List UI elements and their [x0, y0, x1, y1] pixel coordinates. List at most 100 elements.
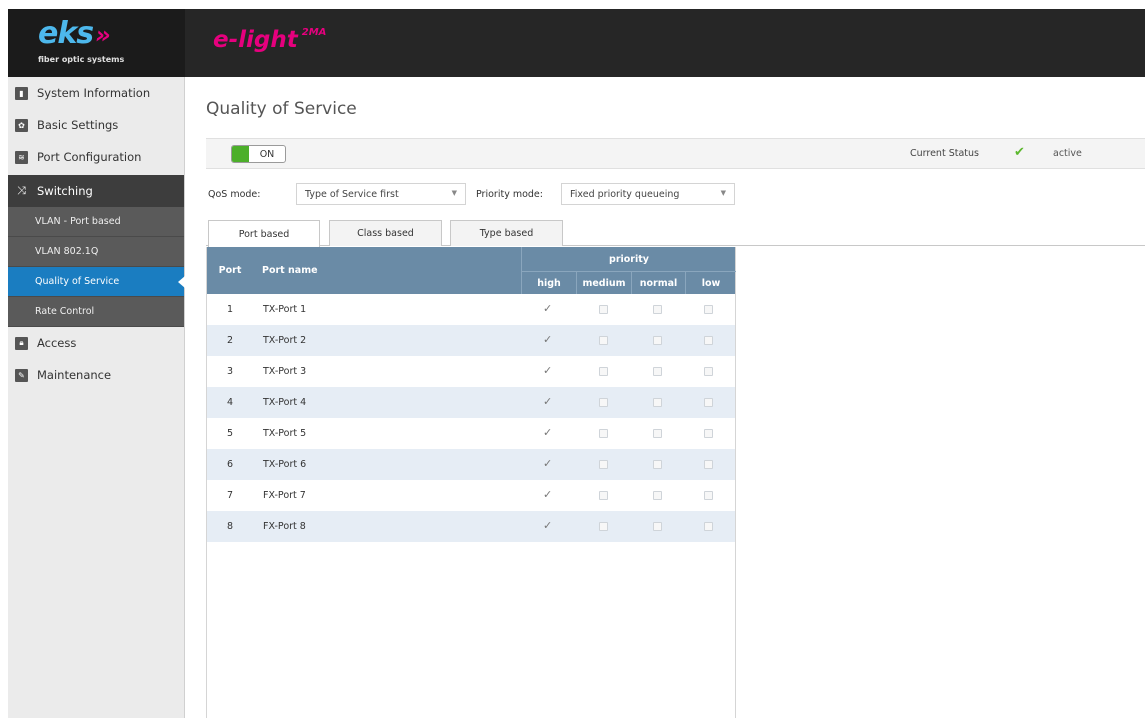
priority-normal-checkbox[interactable]: [653, 491, 662, 500]
current-status-value: active: [1053, 148, 1082, 159]
table-row: 5 TX-Port 5 ✓: [207, 418, 735, 449]
toggle-knob: [232, 146, 249, 162]
column-header-medium: medium: [576, 272, 631, 294]
port-name: FX-Port 8: [263, 521, 306, 532]
priority-low-checkbox[interactable]: [704, 367, 713, 376]
port-number: 3: [226, 366, 234, 377]
page-title: Quality of Service: [206, 99, 357, 119]
table-row: 8 FX-Port 8 ✓: [207, 511, 735, 542]
sidebar-subitem-rate-control[interactable]: Rate Control: [8, 297, 184, 327]
tab-type-based[interactable]: Type based: [450, 220, 563, 246]
table-row: 2 TX-Port 2 ✓: [207, 325, 735, 356]
sidebar-item-port-configuration[interactable]: ≋ Port Configuration: [8, 141, 184, 173]
chart-icon: ▮: [15, 86, 28, 100]
port-number: 5: [226, 428, 234, 439]
table-row: 1 TX-Port 1 ✓: [207, 294, 735, 325]
priority-low-checkbox[interactable]: [704, 305, 713, 314]
gear-icon: ✿: [15, 118, 28, 132]
priority-high-checkbox[interactable]: ✓: [543, 303, 552, 314]
priority-low-checkbox[interactable]: [704, 460, 713, 469]
priority-normal-checkbox[interactable]: [653, 367, 662, 376]
chevron-down-icon: ▼: [451, 189, 457, 197]
table-body: 1 TX-Port 1 ✓ 2 TX-Port 2 ✓ 3 TX-Port 3 ✓ 4 TX-Por…: [207, 294, 735, 542]
top-header: eks» fiber optic systems e-light 2MA: [8, 9, 1145, 77]
table-row: 4 TX-Port 4 ✓: [207, 387, 735, 418]
priority-high-checkbox[interactable]: ✓: [543, 365, 552, 376]
current-status-label: Current Status: [910, 148, 979, 159]
main-content: Quality of Service ON Current Status ✔ a…: [186, 77, 1145, 718]
port-number: 6: [226, 459, 234, 470]
priority-medium-checkbox[interactable]: [599, 522, 608, 531]
priority-normal-checkbox[interactable]: [653, 460, 662, 469]
column-header-high: high: [521, 272, 576, 294]
table-row: 7 FX-Port 7 ✓: [207, 480, 735, 511]
qos-mode-label: QoS mode:: [208, 189, 261, 200]
priority-normal-checkbox[interactable]: [653, 336, 662, 345]
sidebar-subitem-vlan-8021q[interactable]: VLAN 802.1Q: [8, 237, 184, 267]
priority-high-checkbox[interactable]: ✓: [543, 520, 552, 531]
priority-normal-checkbox[interactable]: [653, 305, 662, 314]
port-number: 8: [226, 521, 234, 532]
priority-high-checkbox[interactable]: ✓: [543, 334, 552, 345]
priority-low-checkbox[interactable]: [704, 336, 713, 345]
priority-high-checkbox[interactable]: ✓: [543, 396, 552, 407]
mode-row: QoS mode: Type of Service first ▼ Priori…: [206, 183, 906, 207]
priority-mode-label: Priority mode:: [476, 189, 543, 200]
port-name: TX-Port 6: [263, 459, 307, 470]
qos-enable-toggle[interactable]: ON: [231, 145, 286, 163]
logo-subtitle: fiber optic systems: [38, 55, 125, 64]
priority-medium-checkbox[interactable]: [599, 429, 608, 438]
port-name: TX-Port 1: [263, 304, 307, 315]
sidebar-item-basic-settings[interactable]: ✿ Basic Settings: [8, 109, 184, 141]
toggle-label: ON: [259, 148, 275, 160]
logo-area: eks» fiber optic systems: [8, 9, 185, 77]
sidebar-item-label: Access: [37, 336, 77, 350]
priority-medium-checkbox[interactable]: [599, 305, 608, 314]
priority-normal-checkbox[interactable]: [653, 522, 662, 531]
priority-high-checkbox[interactable]: ✓: [543, 427, 552, 438]
priority-low-checkbox[interactable]: [704, 398, 713, 407]
tab-port-based[interactable]: Port based: [208, 220, 320, 247]
tab-class-based[interactable]: Class based: [329, 220, 442, 246]
sidebar-item-access[interactable]: 🔒︎ Access: [8, 327, 184, 359]
port-name: TX-Port 3: [263, 366, 307, 377]
qos-mode-value: Type of Service first: [305, 188, 399, 200]
table-row: 3 TX-Port 3 ✓: [207, 356, 735, 387]
sidebar-item-label: Port Configuration: [37, 150, 142, 164]
chevron-down-icon: ▼: [720, 189, 726, 197]
priority-normal-checkbox[interactable]: [653, 429, 662, 438]
sidebar: ▮ System Information ✿ Basic Settings ≋ …: [8, 77, 185, 718]
priority-high-checkbox[interactable]: ✓: [543, 489, 552, 500]
sidebar-subitem-vlan-port-based[interactable]: VLAN - Port based: [8, 207, 184, 237]
tab-bar: Port based Class based Type based: [206, 220, 1145, 247]
sidebar-item-label: Maintenance: [37, 368, 112, 382]
priority-medium-checkbox[interactable]: [599, 367, 608, 376]
sidebar-item-label: System Information: [37, 86, 151, 100]
priority-medium-checkbox[interactable]: [599, 491, 608, 500]
priority-medium-checkbox[interactable]: [599, 398, 608, 407]
sidebar-item-label: Basic Settings: [37, 118, 119, 132]
sidebar-item-system-information[interactable]: ▮ System Information: [8, 77, 184, 109]
priority-low-checkbox[interactable]: [704, 429, 713, 438]
priority-mode-select[interactable]: Fixed priority queueing ▼: [561, 183, 735, 205]
table-row: 6 TX-Port 6 ✓: [207, 449, 735, 480]
priority-medium-checkbox[interactable]: [599, 336, 608, 345]
table-header: Port Port name priority high medium norm…: [207, 247, 736, 294]
priority-low-checkbox[interactable]: [704, 491, 713, 500]
lock-icon: 🔒︎: [15, 336, 28, 350]
priority-low-checkbox[interactable]: [704, 522, 713, 531]
sidebar-item-maintenance[interactable]: ✎ Maintenance: [8, 359, 184, 391]
shuffle-icon: ⤨: [17, 184, 26, 197]
qos-mode-select[interactable]: Type of Service first ▼: [296, 183, 466, 205]
column-header-priority: priority: [521, 247, 736, 272]
wrench-icon: ✎: [15, 368, 28, 382]
priority-high-checkbox[interactable]: ✓: [543, 458, 552, 469]
port-name: TX-Port 2: [263, 335, 307, 346]
sidebar-subitem-quality-of-service[interactable]: Quality of Service: [8, 267, 185, 297]
priority-medium-checkbox[interactable]: [599, 460, 608, 469]
priority-normal-checkbox[interactable]: [653, 398, 662, 407]
column-header-low: low: [685, 272, 736, 294]
sidebar-item-switching[interactable]: ⤨ Switching: [8, 175, 184, 207]
status-bar: ON Current Status ✔ active: [206, 138, 1145, 169]
column-header-port: Port: [218, 265, 242, 276]
